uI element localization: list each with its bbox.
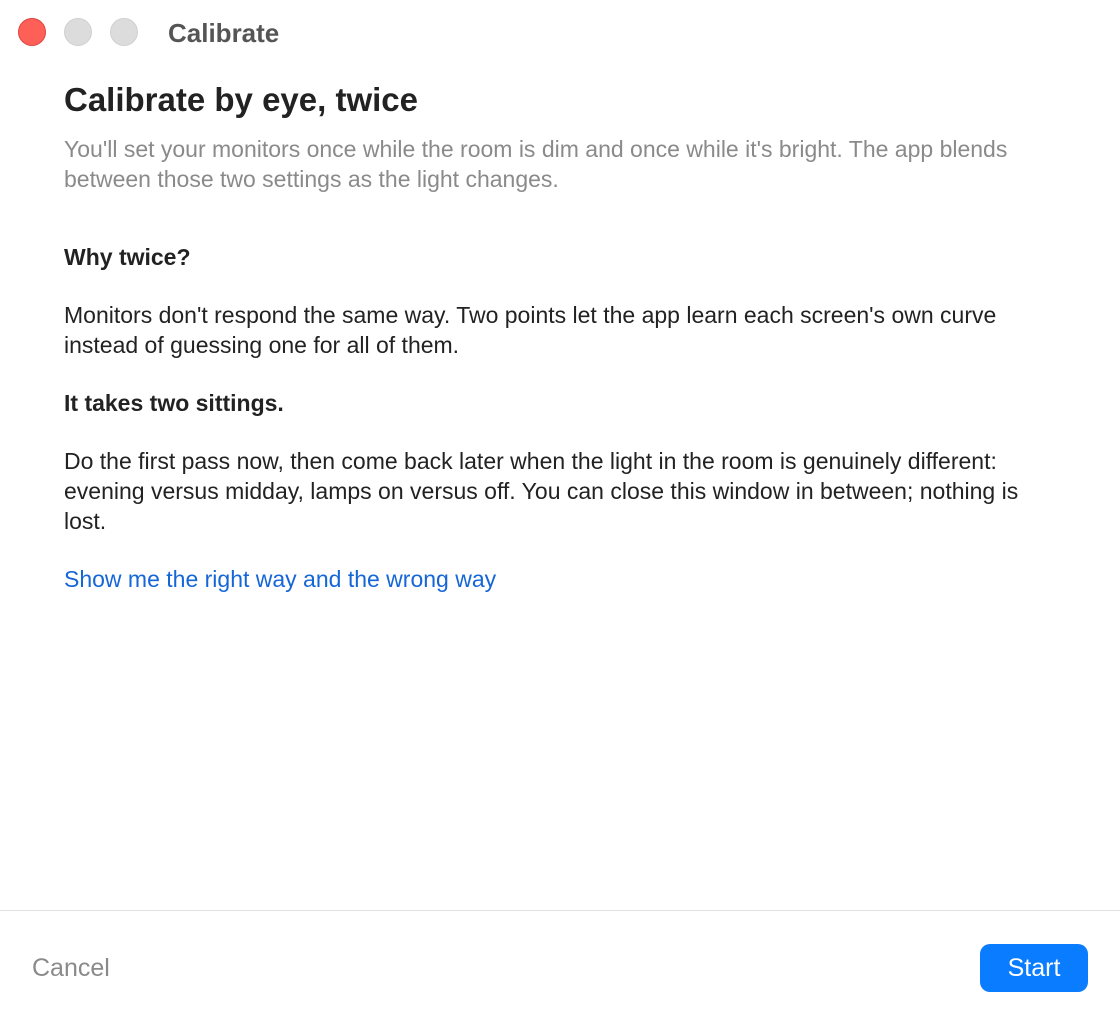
right-wrong-way-link[interactable]: Show me the right way and the wrong way [64,564,496,594]
minimize-window-icon[interactable] [64,18,92,46]
calibrate-window: Calibrate Calibrate by eye, twice You'll… [0,0,1120,1024]
footer-divider [0,910,1120,911]
content-area: Calibrate by eye, twice You'll set your … [64,78,1054,594]
zoom-window-icon[interactable] [110,18,138,46]
title-bar[interactable]: Calibrate [0,0,1120,64]
page-subtitle: You'll set your monitors once while the … [64,136,1008,192]
start-button[interactable]: Start [980,944,1088,992]
close-window-icon[interactable] [18,18,46,46]
section-body-why-twice: Monitors don't respond the same way. Two… [64,302,997,358]
section-title-two-sittings: It takes two sittings. [64,390,284,416]
section-body-two-sittings: Do the first pass now, then come back la… [64,448,1019,534]
section-title-why-twice: Why twice? [64,244,191,270]
page-title: Calibrate by eye, twice [64,81,418,118]
cancel-button[interactable]: Cancel [32,950,110,986]
window-title: Calibrate [168,18,280,48]
